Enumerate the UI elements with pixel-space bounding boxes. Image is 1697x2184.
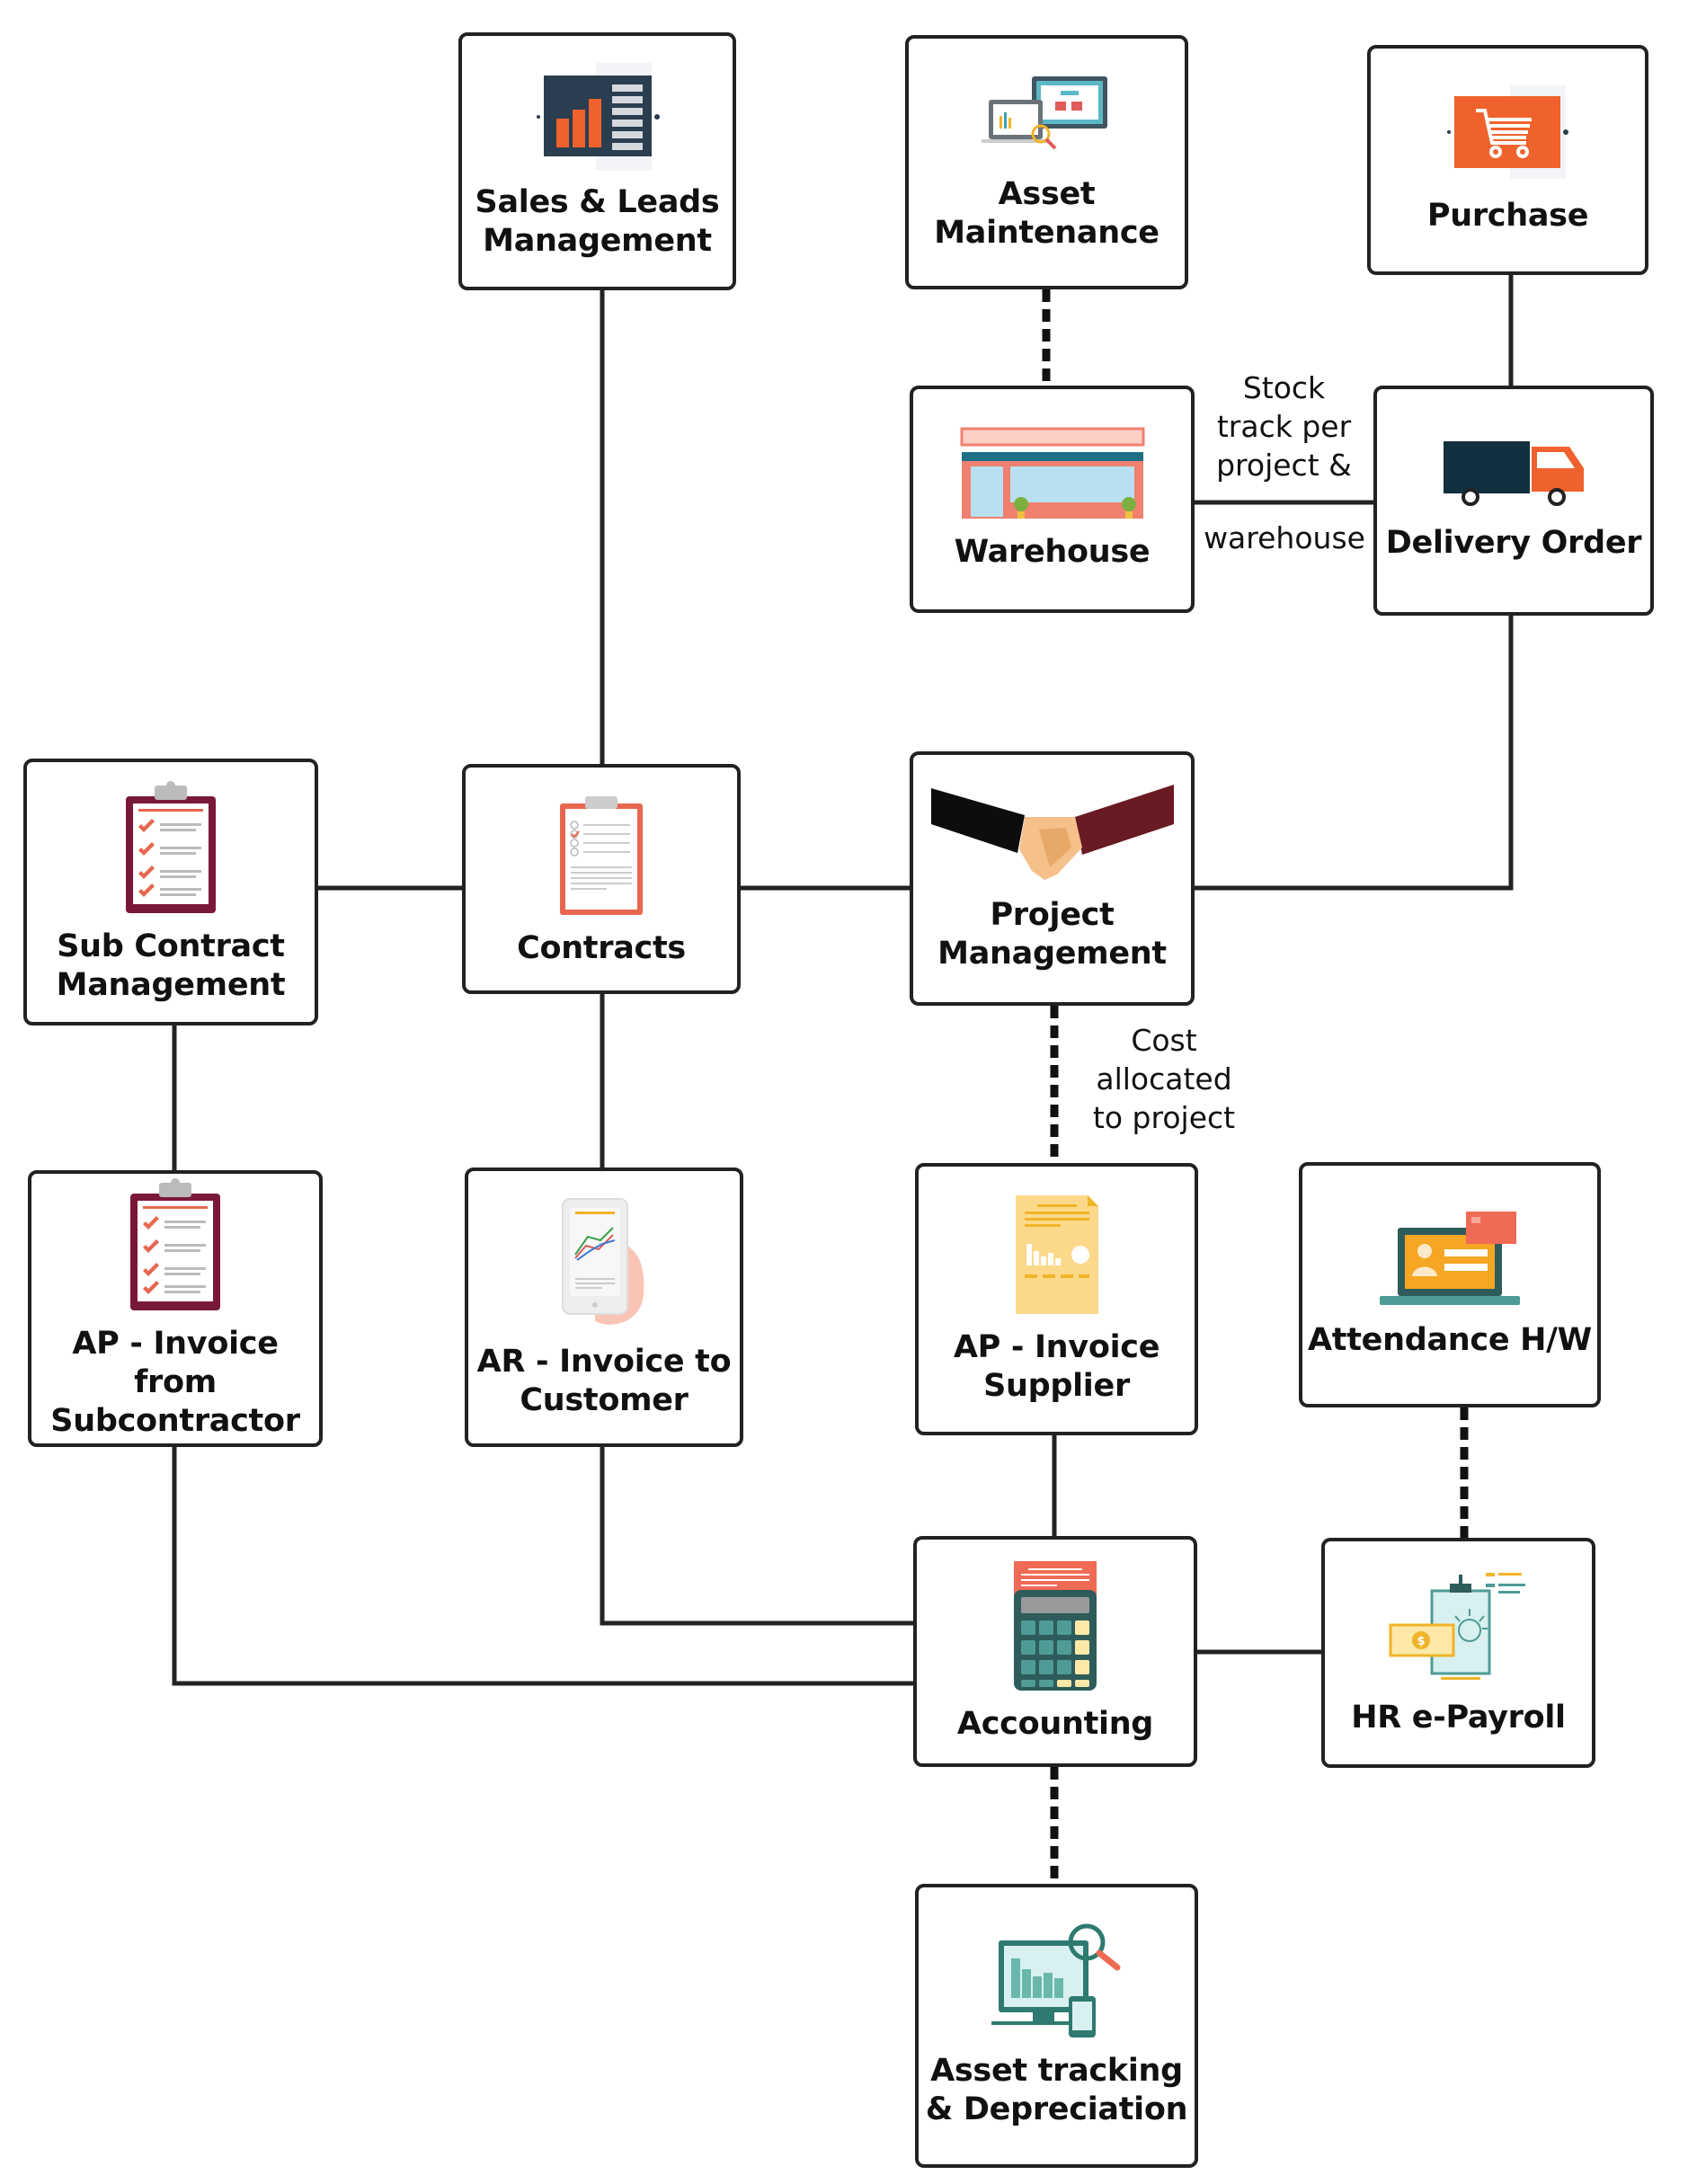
storefront-icon (960, 427, 1144, 519)
node-label: Asset tracking & Depreciation (925, 2053, 1188, 2127)
shopping-cart-icon (1446, 84, 1568, 179)
node-project-management[interactable]: Project Management (910, 751, 1195, 1006)
line-ar-accounting (600, 1447, 913, 1626)
node-label: Purchase (1426, 197, 1589, 234)
invoice-document-icon (1015, 1194, 1098, 1314)
checklist-clipboard-icon (126, 780, 216, 913)
node-label: Sales & Leads Management (475, 183, 720, 259)
laptop-profile-icon (1380, 1212, 1520, 1305)
connector-lines (172, 275, 1514, 1884)
node-ap-invoice-supplier[interactable]: AP - Invoice Supplier (915, 1163, 1198, 1435)
node-asset-tracking[interactable]: Asset tracking & Depreciation (915, 1884, 1198, 2168)
node-label: Sub Contract Management (56, 928, 286, 1003)
svg-text:$: $ (1417, 1635, 1425, 1648)
computer-screens-icon (981, 75, 1107, 149)
note-stock-warehouse: warehouse (1204, 520, 1365, 555)
node-label: Delivery Order (1385, 524, 1642, 561)
node-asset-maintenance[interactable]: Asset Maintenance (905, 35, 1188, 289)
clipboard-icon (560, 795, 643, 915)
bar-chart-icon (536, 62, 660, 171)
node-attendance[interactable]: Attendance H/W (1299, 1162, 1601, 1407)
node-label: Attendance H/W (1308, 1322, 1592, 1358)
handshake-icon (930, 784, 1174, 880)
node-label: Contracts (517, 929, 686, 966)
node-purchase[interactable]: Purchase (1367, 45, 1648, 275)
calculator-icon (1014, 1561, 1097, 1691)
node-sub-contract[interactable]: Sub Contract Management (23, 759, 318, 1025)
node-sales-leads[interactable]: Sales & Leads Management (458, 32, 736, 290)
node-label: Warehouse (954, 534, 1151, 570)
node-label: HR e-Payroll (1351, 1699, 1566, 1736)
monitor-magnifier-icon (991, 1923, 1120, 2038)
note-cost-allocated: Cost allocated to project (1092, 1023, 1236, 1135)
note-stock-tracking: Stock track per project & (1216, 370, 1352, 483)
line-project-delivery (1195, 616, 1514, 891)
node-ap-invoice-subcontractor[interactable]: AP - Invoice from Subcontractor (28, 1170, 323, 1447)
node-ar-invoice-customer[interactable]: AR - Invoice to Customer (465, 1167, 743, 1447)
node-label: AP - Invoice from Subcontractor (50, 1325, 300, 1439)
node-warehouse[interactable]: Warehouse (910, 386, 1195, 613)
node-accounting[interactable]: Accounting (913, 1536, 1197, 1767)
node-contracts[interactable]: Contracts (462, 764, 741, 994)
node-label: AP - Invoice Supplier (953, 1328, 1160, 1404)
node-label: AR - Invoice to Customer (476, 1343, 732, 1418)
line-apsub-accounting (172, 1447, 913, 1686)
tablet-chart-icon (562, 1197, 644, 1325)
node-label: Accounting (956, 1706, 1154, 1742)
node-hr-payroll[interactable]: $ HR e-Payroll (1321, 1538, 1595, 1768)
node-delivery-order[interactable]: Delivery Order (1373, 386, 1654, 616)
node-label: Asset Maintenance (934, 175, 1159, 251)
payroll-icon: $ (1389, 1572, 1525, 1680)
node-label: Project Management (937, 896, 1167, 972)
checklist-clipboard-icon (130, 1177, 220, 1310)
truck-icon (1444, 440, 1584, 506)
